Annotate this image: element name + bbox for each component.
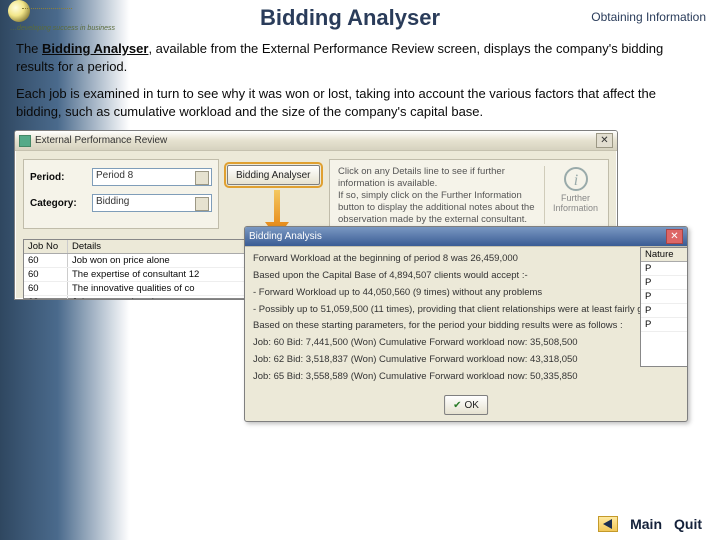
screenshot-region: External Performance Review ✕ Period: Pe… [14,130,702,434]
ba-title-text: Bidding Analysis [249,231,322,242]
nature-row: P [641,304,687,318]
filter-panel: Period: Period 8 Category: Bidding [23,159,219,229]
table-row[interactable]: 60Job won on price alone [24,254,244,268]
nature-row: P [641,290,687,304]
ok-button[interactable]: ✔ OK [444,395,488,415]
ba-line: - Possibly up to 51,059,500 (11 times), … [253,304,679,317]
main-button[interactable]: Main [630,516,662,532]
ba-line: Job: 60 Bid: 7,441,500 (Won) Cumulative … [253,337,679,350]
period-label: Period: [30,172,86,183]
info-text: Click on any Details line to see if furt… [338,166,538,224]
ba-line: - Forward Workload up to 44,050,560 (9 t… [253,287,679,300]
ba-titlebar[interactable]: Bidding Analysis ✕ [245,227,687,247]
section-label: Obtaining Information [591,10,706,24]
close-icon[interactable]: ✕ [596,133,613,148]
triangle-left-icon [602,519,614,529]
check-icon: ✔ [453,400,461,411]
category-select[interactable]: Bidding [92,194,212,212]
table-row[interactable]: 60The innovative qualities of co [24,282,244,296]
system-menu-icon[interactable] [19,135,31,147]
ba-line: Based upon the Capital Base of 4,894,507… [253,270,679,283]
tagline: …developing success in business [10,25,115,32]
col-details[interactable]: Details [68,240,244,253]
svg-text:i: i [573,172,577,189]
table-row[interactable]: 62Job won on price alone [24,296,244,300]
back-button[interactable] [598,516,618,532]
category-label: Category: [30,198,86,209]
period-select[interactable]: Period 8 [92,168,212,186]
nature-row: P [641,318,687,332]
ba-content: Forward Workload at the beginning of per… [245,247,687,394]
nature-header: Nature [641,248,687,262]
further-information-button[interactable]: i Further Information [544,166,600,224]
product-logo: …developing success in business [10,4,120,32]
ba-line: Based on these starting parameters, for … [253,320,679,333]
nature-row: P [641,276,687,290]
close-icon[interactable]: ✕ [666,229,683,244]
col-job-no[interactable]: Job No [24,240,68,253]
info-icon: i [563,166,589,192]
window-bidding-analysis: Bidding Analysis ✕ Forward Workload at t… [244,226,688,422]
epr-titlebar[interactable]: External Performance Review ✕ [15,131,617,151]
ba-line: Job: 65 Bid: 3,558,589 (Won) Cumulative … [253,371,679,384]
details-table[interactable]: Job No Details 60Job won on price alone6… [23,239,245,299]
ba-line: Forward Workload at the beginning of per… [253,253,679,266]
quit-button[interactable]: Quit [674,516,702,532]
callout-arrow-icon [274,190,280,224]
table-row[interactable]: 60The expertise of consultant 12 [24,268,244,282]
bidding-analyser-button[interactable]: Bidding Analyser [227,165,320,185]
intro-paragraph-1: The Bidding Analyser, available from the… [16,40,704,75]
ba-line: Job: 62 Bid: 3,518,837 (Won) Cumulative … [253,354,679,367]
epr-title-text: External Performance Review [35,135,167,146]
intro-paragraph-2: Each job is examined in turn to see why … [16,85,704,120]
nature-column: Nature PPPPP [640,247,688,367]
nature-row: P [641,262,687,276]
info-panel: Click on any Details line to see if furt… [329,159,609,229]
